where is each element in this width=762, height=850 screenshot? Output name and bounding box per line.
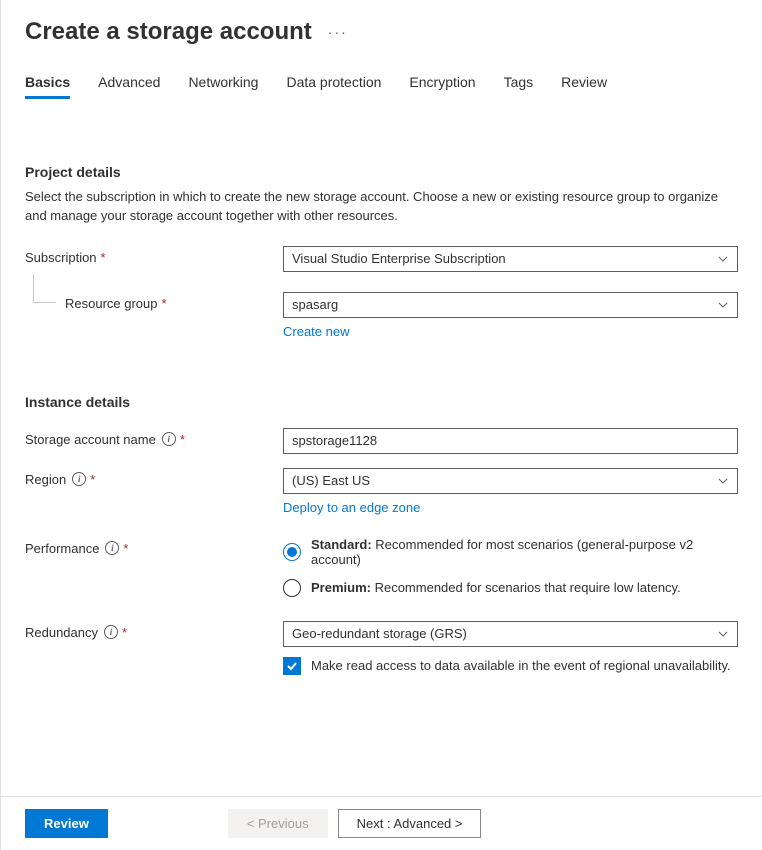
tab-bar: Basics Advanced Networking Data protecti… (1, 62, 762, 99)
resource-group-value: spasarg (292, 297, 338, 312)
info-icon[interactable] (104, 625, 118, 639)
region-value: (US) East US (292, 473, 370, 488)
review-button[interactable]: Review (25, 809, 108, 838)
next-button[interactable]: Next : Advanced > (338, 809, 482, 838)
resource-group-label-text: Resource group (65, 296, 158, 311)
region-label-text: Region (25, 472, 66, 487)
required-asterisk: * (180, 432, 185, 447)
tab-encryption[interactable]: Encryption (409, 74, 475, 99)
required-asterisk: * (162, 296, 167, 311)
region-dropdown[interactable]: (US) East US (283, 468, 738, 494)
subscription-label-text: Subscription (25, 250, 97, 265)
performance-premium-text: Premium: Recommended for scenarios that … (311, 580, 681, 595)
region-label: Region * (25, 468, 283, 487)
performance-label-text: Performance (25, 541, 99, 556)
redundancy-value: Geo-redundant storage (GRS) (292, 626, 467, 641)
redundancy-label-text: Redundancy (25, 625, 98, 640)
storage-name-input[interactable]: spstorage1128 (283, 428, 738, 454)
storage-name-row: Storage account name * spstorage1128 (25, 428, 738, 456)
chevron-down-icon (717, 628, 729, 640)
performance-standard-text: Standard: Recommended for most scenarios… (311, 537, 738, 567)
region-row: Region * (US) East US Deploy to an edge … (25, 468, 738, 515)
chevron-down-icon (717, 299, 729, 311)
subscription-label: Subscription * (25, 246, 283, 265)
page-title: Create a storage account (25, 18, 312, 46)
resource-group-label: Resource group * (25, 292, 283, 311)
previous-button: < Previous (228, 809, 328, 838)
storage-name-label-text: Storage account name (25, 432, 156, 447)
tab-networking[interactable]: Networking (188, 74, 258, 99)
subscription-value: Visual Studio Enterprise Subscription (292, 251, 506, 266)
storage-name-label: Storage account name * (25, 428, 283, 447)
chevron-down-icon (717, 475, 729, 487)
redundancy-label: Redundancy * (25, 621, 283, 640)
form-content: Project details Select the subscription … (1, 99, 762, 679)
tab-basics[interactable]: Basics (25, 74, 70, 99)
info-icon[interactable] (162, 432, 176, 446)
checkbox-checked-icon (283, 657, 301, 675)
tab-advanced[interactable]: Advanced (98, 74, 160, 99)
info-icon[interactable] (72, 472, 86, 486)
tab-review[interactable]: Review (561, 74, 607, 99)
project-details-desc: Select the subscription in which to crea… (25, 188, 738, 226)
radio-selected-icon (283, 543, 301, 561)
chevron-down-icon (717, 253, 729, 265)
tab-data-protection[interactable]: Data protection (286, 74, 381, 99)
subscription-row: Subscription * Visual Studio Enterprise … (25, 246, 738, 274)
required-asterisk: * (122, 625, 127, 640)
read-access-checkbox[interactable]: Make read access to data available in th… (283, 657, 738, 675)
redundancy-row: Redundancy * Geo-redundant storage (GRS)… (25, 621, 738, 675)
resource-group-dropdown[interactable]: spasarg (283, 292, 738, 318)
storage-name-value: spstorage1128 (292, 433, 377, 448)
required-asterisk: * (90, 472, 95, 487)
radio-unselected-icon (283, 579, 301, 597)
performance-row: Performance * Standard: Recommended for … (25, 537, 738, 609)
required-asterisk: * (101, 250, 106, 265)
performance-label: Performance * (25, 537, 283, 556)
page-header: Create a storage account ··· (1, 0, 762, 54)
redundancy-dropdown[interactable]: Geo-redundant storage (GRS) (283, 621, 738, 647)
subscription-dropdown[interactable]: Visual Studio Enterprise Subscription (283, 246, 738, 272)
read-access-label: Make read access to data available in th… (311, 658, 731, 673)
instance-details-title: Instance details (25, 394, 738, 410)
project-details-title: Project details (25, 164, 738, 180)
required-asterisk: * (123, 541, 128, 556)
resource-group-row: Resource group * spasarg Create new (25, 292, 738, 339)
more-actions-icon[interactable]: ··· (324, 24, 352, 40)
performance-premium-radio[interactable]: Premium: Recommended for scenarios that … (283, 579, 738, 597)
create-new-link[interactable]: Create new (283, 324, 349, 339)
footer-bar: Review < Previous Next : Advanced > (1, 796, 762, 850)
edge-zone-link[interactable]: Deploy to an edge zone (283, 500, 420, 515)
performance-standard-radio[interactable]: Standard: Recommended for most scenarios… (283, 537, 738, 567)
tab-tags[interactable]: Tags (504, 74, 534, 99)
info-icon[interactable] (105, 541, 119, 555)
